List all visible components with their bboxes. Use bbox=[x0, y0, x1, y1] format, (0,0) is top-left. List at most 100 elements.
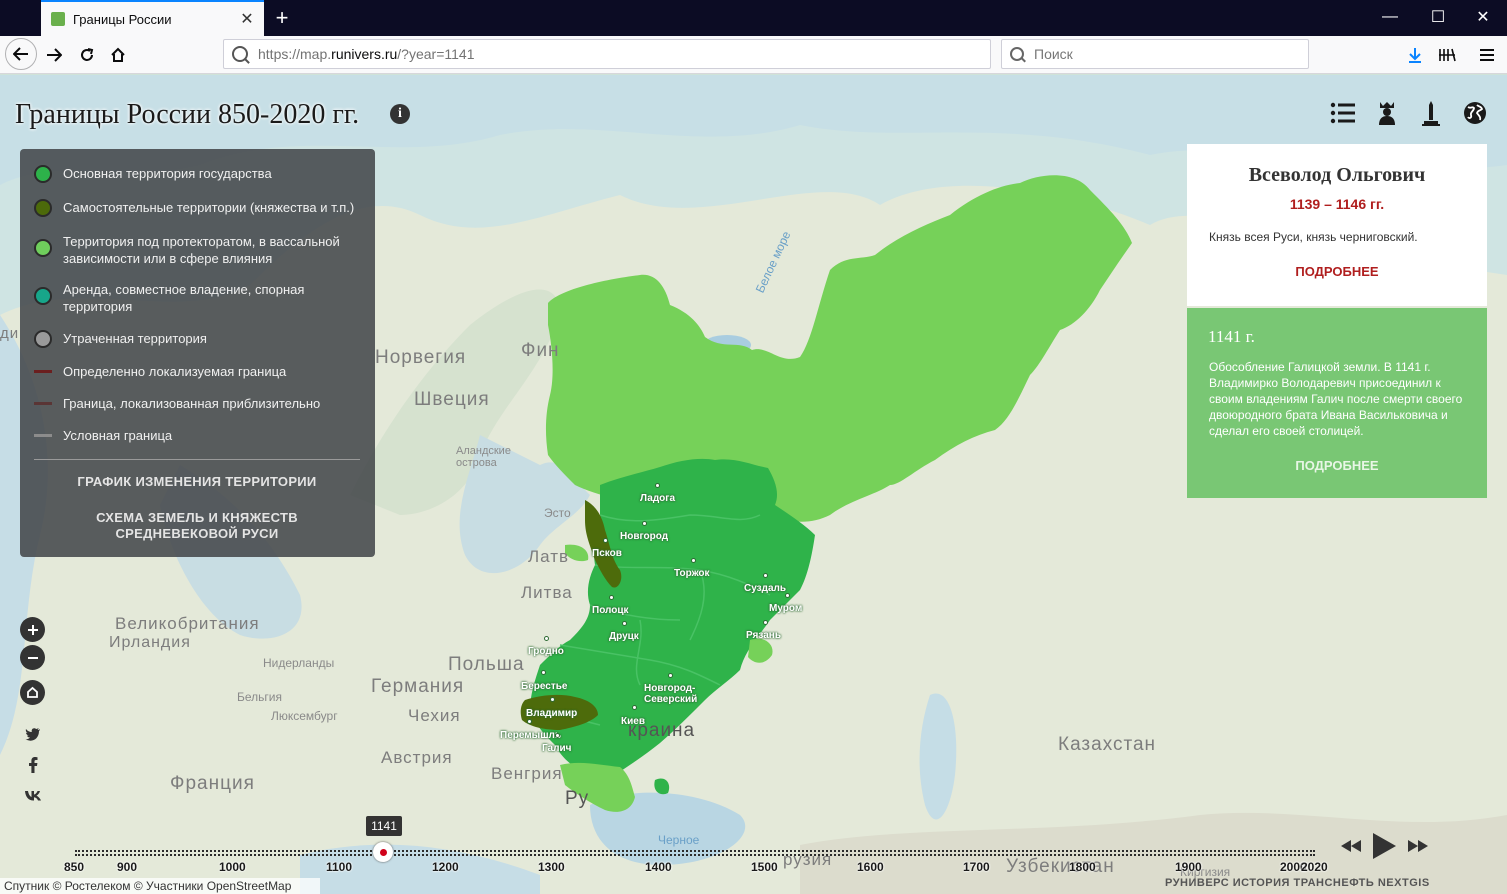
city-label[interactable]: Рязань bbox=[746, 630, 781, 641]
timeline-tick-label[interactable]: 1800 bbox=[1069, 860, 1096, 874]
legend-item: Аренда, совместное владение, спорная тер… bbox=[34, 281, 364, 315]
browser-navbar: https://map.runivers.ru/?year=1141 bbox=[0, 36, 1507, 74]
zoom-out-button[interactable] bbox=[20, 645, 45, 670]
browser-tab-active[interactable]: Границы России ✕ bbox=[41, 0, 264, 36]
home-button[interactable] bbox=[103, 40, 133, 70]
facebook-share-button[interactable] bbox=[24, 756, 42, 774]
map-label-uzbekistan: Узбекистан bbox=[1006, 856, 1115, 877]
city-label[interactable]: Берестье bbox=[521, 681, 567, 692]
monument-icon bbox=[1422, 101, 1440, 126]
downloads-button[interactable] bbox=[1402, 42, 1428, 68]
globe-button[interactable] bbox=[1461, 99, 1489, 127]
city-label[interactable]: Перемышль bbox=[500, 730, 561, 741]
timeline-tick-label[interactable]: 900 bbox=[117, 860, 137, 874]
city-label[interactable]: Муром bbox=[769, 603, 802, 614]
map-label-kazakhstan: Казахстан bbox=[1058, 734, 1157, 755]
timeline-tick-label[interactable]: 1400 bbox=[645, 860, 672, 874]
info-icon[interactable]: i bbox=[390, 104, 410, 124]
legend-item: Утраченная территория bbox=[34, 330, 364, 348]
city-label[interactable]: Владимир bbox=[526, 708, 577, 719]
new-tab-button[interactable]: + bbox=[270, 5, 294, 30]
map-view[interactable]: Норвегия Швеция Фин Эсто Латв Литва Вели… bbox=[0, 75, 1507, 894]
search-input[interactable] bbox=[1034, 46, 1284, 62]
timeline-tick-label[interactable]: 1000 bbox=[219, 860, 246, 874]
city-dot bbox=[603, 538, 608, 543]
event-more-link[interactable]: ПОДРОБНЕЕ bbox=[1187, 458, 1487, 473]
timeline-slider[interactable] bbox=[75, 842, 1315, 862]
city-label[interactable]: Ладога bbox=[640, 493, 675, 504]
landmarks-button[interactable] bbox=[1417, 99, 1445, 127]
home-icon bbox=[27, 686, 38, 698]
timeline-tick-label[interactable]: 1100 bbox=[326, 860, 352, 874]
city-dot bbox=[632, 705, 637, 710]
legend-label: Территория под протекторатом, в вассальн… bbox=[63, 234, 340, 266]
ruler-description: Князь всея Руси, князь черниговский. bbox=[1209, 230, 1418, 244]
city-dot bbox=[544, 636, 549, 641]
timeline-tick-label[interactable]: 1700 bbox=[963, 860, 990, 874]
vk-share-button[interactable] bbox=[24, 786, 42, 804]
plus-icon bbox=[27, 624, 38, 635]
king-icon bbox=[1379, 102, 1395, 125]
city-label[interactable]: Суздаль bbox=[744, 583, 786, 594]
library-button[interactable] bbox=[1434, 42, 1460, 68]
map-label-belgium: Бельгия bbox=[237, 690, 282, 704]
twitter-share-button[interactable] bbox=[24, 725, 42, 743]
city-label[interactable]: Друцк bbox=[609, 631, 639, 642]
map-label-sweden: Швеция bbox=[414, 389, 490, 410]
lands-scheme-link[interactable]: СХЕМА ЗЕМЕЛЬ И КНЯЖЕСТВ СРЕДНЕВЕКОВОЙ РУ… bbox=[34, 510, 360, 542]
city-label[interactable]: Полоцк bbox=[592, 605, 629, 616]
map-label-poland: Польша bbox=[448, 654, 525, 675]
timeline-tick-label[interactable]: 1600 bbox=[857, 860, 884, 874]
vk-icon bbox=[25, 790, 41, 800]
search-bar[interactable] bbox=[1001, 39, 1309, 69]
timeline-tick-label[interactable]: 1300 bbox=[538, 860, 565, 874]
map-label-black-sea: Черное bbox=[658, 833, 700, 847]
legend-swatch bbox=[34, 165, 52, 183]
fast-forward-icon bbox=[1408, 840, 1428, 852]
map-label-czech: Чехия bbox=[408, 706, 461, 725]
city-label[interactable]: Торжок bbox=[674, 568, 710, 579]
url-bar[interactable]: https://map.runivers.ru/?year=1141 bbox=[223, 39, 991, 69]
legend-line-swatch bbox=[34, 434, 52, 437]
legend-divider bbox=[34, 459, 360, 460]
city-label[interactable]: Псков bbox=[592, 548, 622, 559]
step-back-button[interactable] bbox=[1340, 835, 1362, 857]
territory-chart-link[interactable]: ГРАФИК ИЗМЕНЕНИЯ ТЕРРИТОРИИ bbox=[34, 474, 360, 490]
city-dot bbox=[691, 558, 696, 563]
timeline-tick-label[interactable]: 1200 bbox=[432, 860, 459, 874]
map-label-germany: Германия bbox=[371, 676, 465, 697]
step-forward-button[interactable] bbox=[1407, 835, 1429, 857]
window-maximize-button[interactable]: ☐ bbox=[1423, 4, 1453, 30]
url-text: https://map.runivers.ru/?year=1141 bbox=[258, 46, 475, 62]
ruler-more-link[interactable]: ПОДРОБНЕЕ bbox=[1187, 264, 1487, 279]
legend-label: Условная граница bbox=[63, 428, 173, 443]
tab-close-icon[interactable]: ✕ bbox=[236, 8, 258, 30]
list-button[interactable] bbox=[1329, 99, 1357, 127]
facebook-icon bbox=[29, 757, 38, 773]
city-label[interactable]: Киев bbox=[621, 716, 645, 727]
menu-button[interactable] bbox=[1474, 42, 1500, 68]
rulers-button[interactable] bbox=[1373, 99, 1401, 127]
play-button[interactable] bbox=[1370, 832, 1398, 860]
legend-item: Основная территория государства bbox=[34, 165, 364, 183]
timeline-tick-label[interactable]: 1500 bbox=[751, 860, 778, 874]
back-button[interactable] bbox=[5, 38, 37, 70]
timeline-tick-label[interactable]: 850 bbox=[64, 860, 84, 874]
city-label[interactable]: Галич bbox=[542, 743, 571, 754]
zoom-in-button[interactable] bbox=[20, 617, 45, 642]
rewind-icon bbox=[1341, 840, 1361, 852]
forward-button[interactable] bbox=[39, 40, 69, 70]
city-dot bbox=[622, 621, 627, 626]
window-minimize-button[interactable]: — bbox=[1375, 4, 1405, 30]
reload-button[interactable] bbox=[72, 40, 102, 70]
city-label[interactable]: Новгород-Северский bbox=[644, 683, 704, 705]
timeline-tick-label[interactable]: 1900 bbox=[1175, 860, 1202, 874]
window-close-button[interactable]: ✕ bbox=[1468, 4, 1498, 30]
tab-title: Границы России bbox=[73, 11, 172, 27]
city-label[interactable]: Новгород bbox=[620, 531, 668, 542]
city-label[interactable]: Гродно bbox=[528, 646, 564, 657]
city-dot bbox=[555, 733, 560, 738]
timeline-track[interactable] bbox=[75, 850, 1315, 856]
timeline-tick-label[interactable]: 2020 bbox=[1301, 860, 1328, 874]
home-extent-button[interactable] bbox=[20, 680, 45, 705]
